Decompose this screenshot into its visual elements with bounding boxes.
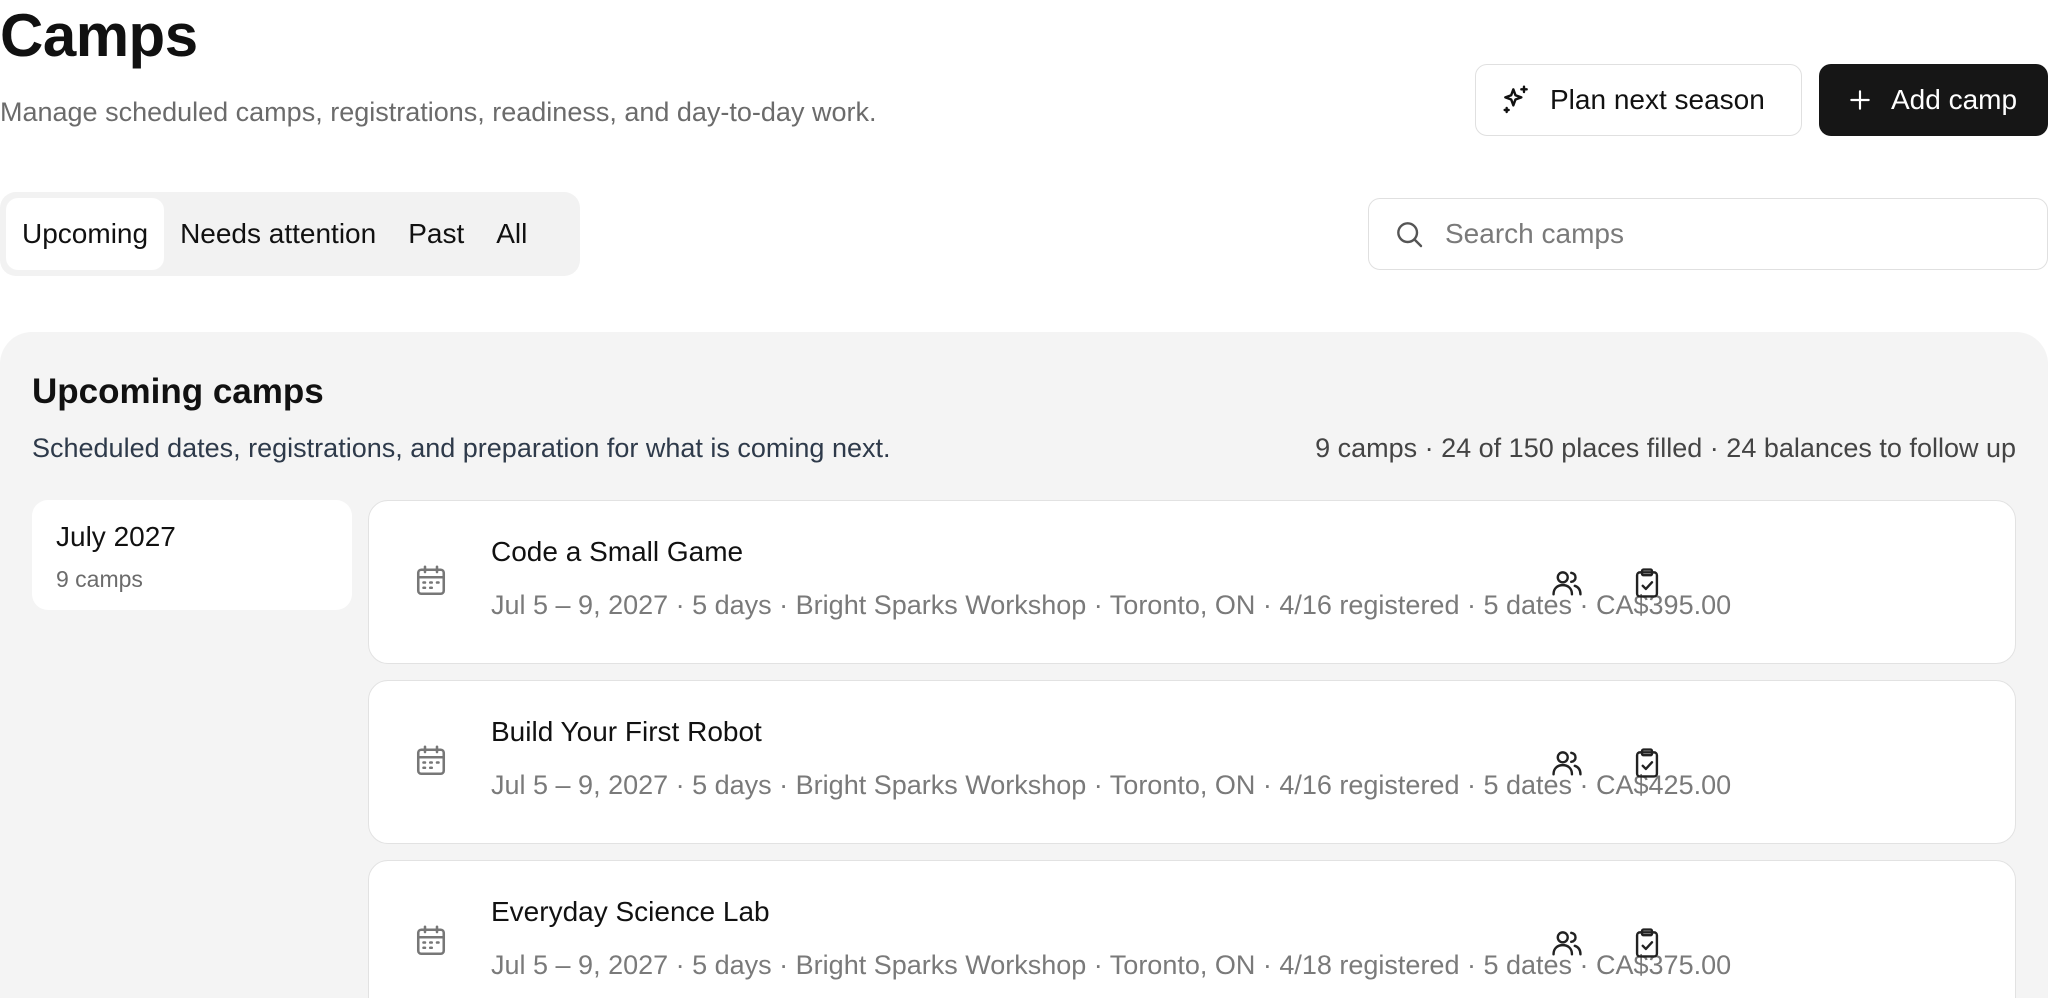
clipboard-check-icon[interactable]: [1623, 739, 1671, 787]
calendar-icon: [413, 743, 449, 784]
camp-name[interactable]: Code a Small Game: [491, 535, 743, 569]
camp-card[interactable]: Everyday Science Lab Jul 5 – 9, 2027 · 5…: [368, 860, 2016, 998]
tab-upcoming[interactable]: Upcoming: [6, 198, 165, 270]
camp-name[interactable]: Everyday Science Lab: [491, 895, 770, 929]
tab-past[interactable]: Past: [392, 198, 480, 270]
plan-next-season-label: Plan next season: [1550, 84, 1765, 115]
month-group-july-2027[interactable]: July 2027 9 camps: [32, 500, 352, 610]
panel-title: Upcoming camps: [32, 372, 324, 411]
month-name: July 2027: [56, 521, 176, 552]
page-subtitle: Manage scheduled camps, registrations, r…: [0, 97, 877, 127]
add-camp-button[interactable]: Add camp: [1819, 64, 2048, 136]
search-box: [1368, 198, 2048, 270]
calendar-icon: [413, 923, 449, 964]
upcoming-camps-panel: Upcoming camps Scheduled dates, registra…: [0, 332, 2048, 998]
registrations-icon[interactable]: [1543, 559, 1591, 607]
search-input[interactable]: [1445, 218, 2005, 250]
month-camp-count: 9 camps: [56, 566, 143, 592]
camp-filter-tabs: Upcoming Needs attention Past All: [0, 192, 580, 276]
clipboard-check-icon[interactable]: [1623, 919, 1671, 967]
sparkles-icon: [1503, 85, 1528, 114]
panel-subtitle: Scheduled dates, registrations, and prep…: [32, 433, 891, 463]
camp-card[interactable]: Code a Small Game Jul 5 – 9, 2027 · 5 da…: [368, 500, 2016, 664]
plan-next-season-button[interactable]: Plan next season: [1475, 64, 1802, 136]
tab-needs-attention[interactable]: Needs attention: [164, 198, 392, 270]
camp-card[interactable]: Build Your First Robot Jul 5 – 9, 2027 ·…: [368, 680, 2016, 844]
clipboard-check-icon[interactable]: [1623, 559, 1671, 607]
plus-icon: [1850, 90, 1870, 110]
page-title: Camps: [0, 2, 198, 69]
registrations-icon[interactable]: [1543, 919, 1591, 967]
camp-name[interactable]: Build Your First Robot: [491, 715, 762, 749]
tab-all[interactable]: All: [480, 198, 543, 270]
registrations-icon[interactable]: [1543, 739, 1591, 787]
calendar-icon: [413, 563, 449, 604]
search-icon: [1397, 222, 1423, 248]
add-camp-label: Add camp: [1891, 84, 2018, 115]
panel-summary: 9 camps · 24 of 150 places filled · 24 b…: [1315, 433, 2016, 463]
